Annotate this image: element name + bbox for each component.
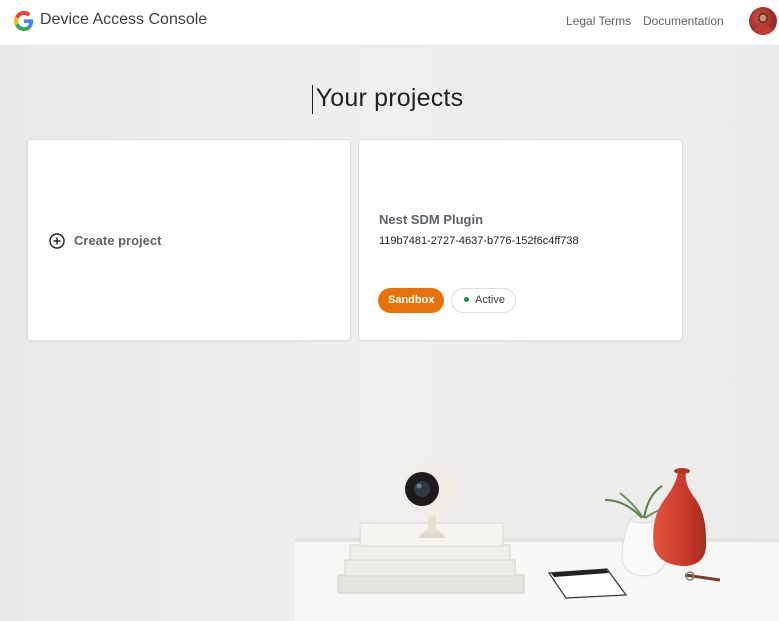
top-app-bar: Device Access Console Legal Terms Docume… [0,0,779,46]
project-card[interactable]: Nest SDM Plugin 119b7481-2727-4637-b776-… [358,139,683,341]
project-id: 119b7481-2727-4637-b776-152f6c4ff738 [379,235,579,247]
text-cursor [312,85,313,114]
legal-terms-link[interactable]: Legal Terms [566,14,631,28]
documentation-link[interactable]: Documentation [643,14,724,28]
status-label: Active [475,294,505,306]
sandbox-badge: Sandbox [378,288,445,313]
project-name: Nest SDM Plugin [379,212,484,227]
status-dot-icon [464,296,469,302]
app-title[interactable]: Device Access Console [40,11,207,29]
user-avatar-icon[interactable] [749,7,777,35]
add-circle-icon [49,233,65,249]
create-project-card[interactable]: Create project [27,139,351,341]
page-title: Your projects [315,84,464,112]
create-project-label: Create project [74,233,162,248]
status-badge: Active [451,288,516,313]
google-g-logo-icon[interactable] [14,11,34,31]
